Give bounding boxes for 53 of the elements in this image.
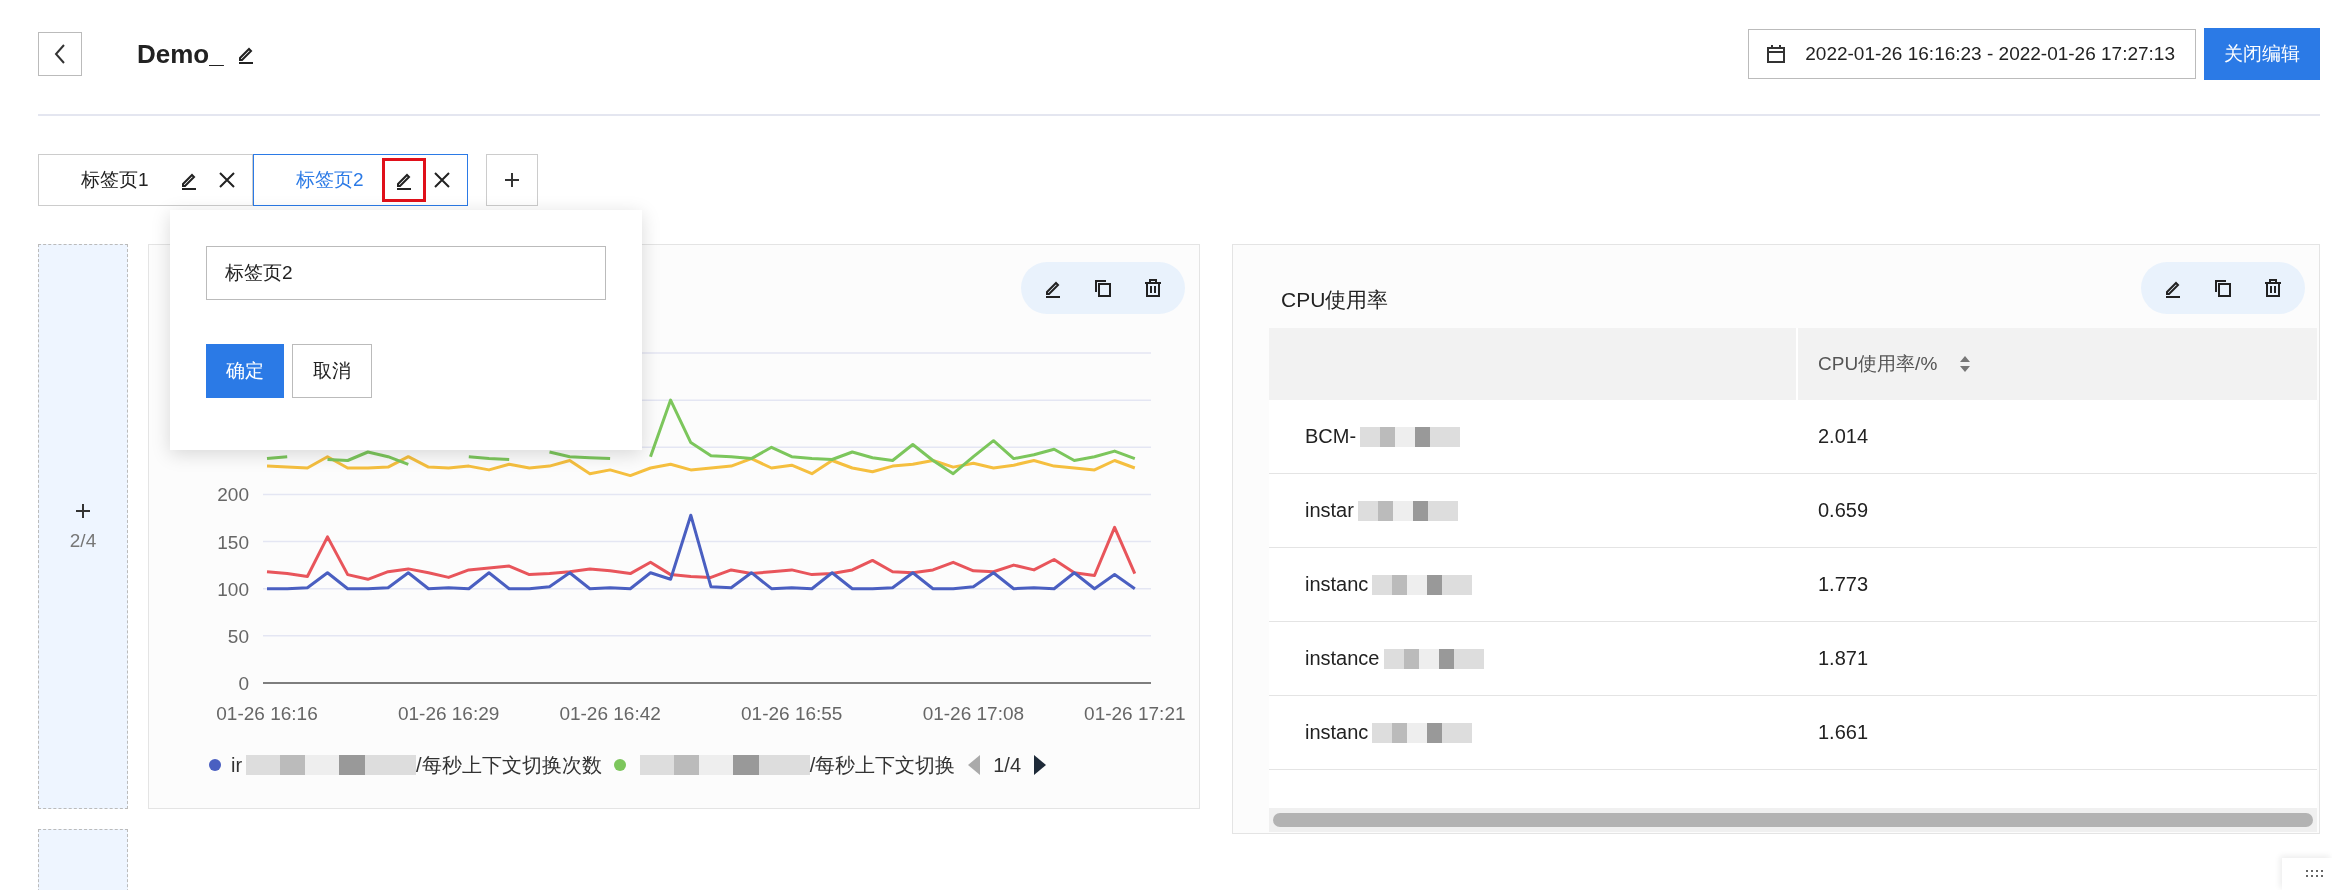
x-tick-label: 01-26 16:42 [559,703,661,724]
y-tick-label: 200 [217,484,249,506]
edit-button[interactable] [381,158,426,202]
y-tick-label: 150 [217,531,249,553]
y-tick-label: 50 [227,625,249,647]
calendar-icon [1765,43,1788,65]
table-cell: BCM- [1305,425,1357,448]
x-tick-label: 01-26 16:29 [397,703,500,724]
tab[interactable]: 标签页2 [253,154,468,206]
sort-icon[interactable] [1959,354,1972,374]
y-tick-label: 100 [217,578,249,600]
legend-label: /每秒上下文切换次数 [416,752,602,778]
next-page-icon[interactable] [1033,754,1048,776]
x-tick-label: 01-26 16:16 [216,703,318,724]
trash-icon[interactable] [1143,278,1163,298]
table-cell: 1.871 [1818,647,1869,670]
table-cell: 1.661 [1818,721,1869,744]
tab-name-input[interactable]: 标签页2 [206,246,606,300]
tab[interactable]: 标签页1 [38,154,253,206]
scrollbar[interactable] [1273,813,2313,827]
dashboard-title: Demo_ [137,38,224,70]
legend-page-indicator: 1/4 [993,753,1022,777]
panel-title: CPU使用率 [1281,287,1389,313]
resize-handle[interactable] [2282,858,2332,890]
x-tick-label: 01-26 17:08 [922,703,1025,724]
chevron-left-icon [53,43,67,65]
x-tick-label: 01-26 17:21 [1084,703,1186,724]
trash-icon[interactable] [2263,278,2283,298]
table-cell: 1.773 [1818,573,1869,596]
table-cell: instanc [1305,573,1369,596]
y-tick-label: 0 [238,673,249,694]
copy-icon[interactable] [2213,278,2233,298]
plus-icon [74,501,92,520]
table-cell: instance [1305,647,1380,670]
close-icon[interactable] [216,170,237,190]
close-edit-button[interactable]: 关闭编辑 [2204,28,2320,80]
plus-icon [503,171,521,189]
x-tick-label: 01-26 16:55 [741,703,843,724]
back-button[interactable] [38,32,82,76]
add-panel-slot[interactable]: 2/4 [38,244,128,809]
page-indicator: 2/4 [69,529,97,552]
cancel-button[interactable]: 取消 [292,344,372,398]
table-cell: 2.014 [1818,425,1869,448]
confirm-button[interactable]: 确定 [206,344,284,398]
legend-label: ir [231,753,243,777]
table-cell: instar [1305,499,1354,522]
date-range-picker[interactable]: 2022-01-26 16:16:23 - 2022-01-26 17:27:13 [1748,29,2196,79]
table-cell: instanc [1305,721,1369,744]
copy-icon[interactable] [1093,278,1113,298]
close-icon[interactable] [431,170,452,190]
column-header: CPU使用率/% [1818,352,1938,376]
legend-label: /每秒上下文切换 [809,752,956,778]
table-cell: 0.659 [1818,499,1869,522]
